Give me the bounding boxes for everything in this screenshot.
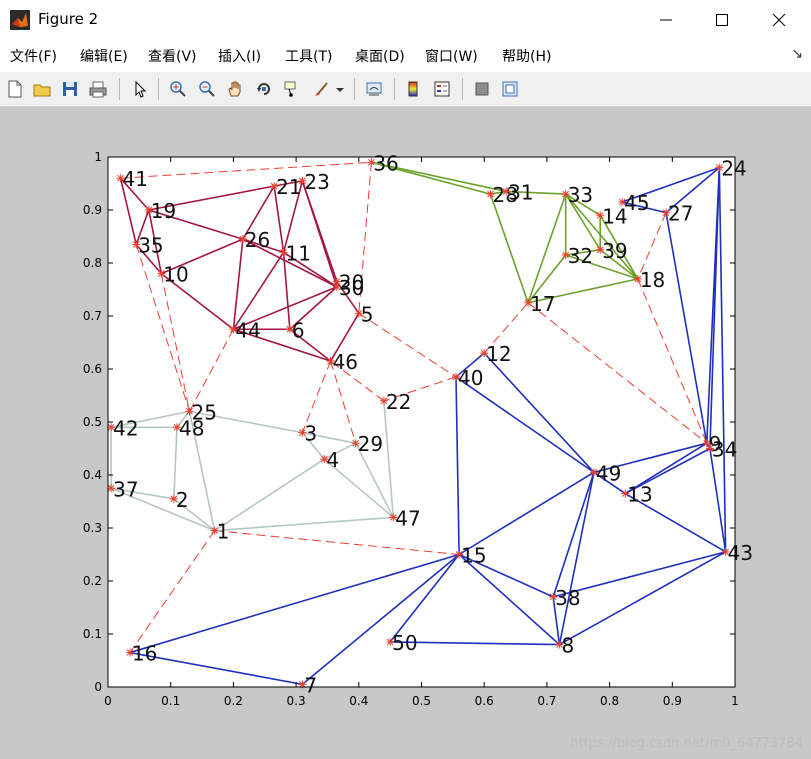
point-label: 19 [151, 199, 176, 223]
x-tick-label: 1 [731, 694, 739, 708]
point-label: 16 [132, 642, 157, 666]
point-label: 15 [461, 544, 486, 568]
plot-axes[interactable]: 1234567891011121314151617181920212223242… [0, 0, 811, 759]
x-tick-label: 0.5 [412, 694, 431, 708]
point-label: 32 [568, 244, 593, 268]
point-label: 17 [530, 292, 555, 316]
point-label: 34 [712, 438, 737, 462]
point-label: 37 [113, 477, 138, 501]
y-tick-label: 0.8 [83, 256, 102, 270]
point-label: 23 [304, 170, 329, 194]
point-label: 30 [339, 276, 364, 300]
point-label: 33 [568, 183, 593, 207]
point-label: 21 [276, 175, 301, 199]
y-tick-label: 0.4 [83, 468, 102, 482]
point-label: 1 [217, 520, 230, 544]
point-label: 12 [486, 342, 511, 366]
point-label: 45 [624, 191, 649, 215]
x-tick-label: 0.1 [161, 694, 180, 708]
point-label: 22 [386, 390, 411, 414]
y-tick-label: 0 [94, 680, 102, 694]
point-label: 29 [358, 432, 383, 456]
x-tick-label: 0.2 [224, 694, 243, 708]
watermark-text: https://blog.csdn.net/m0_64773784 [570, 736, 803, 751]
point-label: 7 [304, 673, 317, 697]
point-label: 26 [245, 228, 270, 252]
x-tick-label: 0.4 [349, 694, 368, 708]
x-tick-label: 0.8 [600, 694, 619, 708]
y-tick-label: 0.6 [83, 362, 102, 376]
point-label: 50 [392, 631, 417, 655]
point-label: 44 [235, 318, 260, 342]
y-tick-label: 0.2 [83, 574, 102, 588]
x-tick-label: 0.9 [663, 694, 682, 708]
point-label: 11 [286, 241, 311, 265]
point-label: 42 [113, 416, 138, 440]
point-label: 4 [326, 448, 339, 472]
point-label: 39 [602, 239, 627, 263]
point-label: 5 [361, 302, 374, 326]
point-label: 8 [561, 634, 574, 658]
x-tick-label: 0 [104, 694, 112, 708]
x-tick-label: 0.7 [537, 694, 556, 708]
point-label: 48 [179, 416, 204, 440]
point-label: 46 [333, 350, 358, 374]
point-label: 18 [640, 268, 665, 292]
point-label: 35 [138, 233, 163, 257]
point-label: 3 [304, 422, 317, 446]
point-label: 43 [728, 541, 753, 565]
y-tick-label: 0.5 [83, 415, 102, 429]
point-label: 27 [668, 202, 693, 226]
point-label: 41 [123, 167, 148, 191]
x-tick-label: 0.6 [475, 694, 494, 708]
point-label: 36 [373, 151, 398, 175]
point-label: 40 [458, 366, 483, 390]
x-tick-label: 0.3 [287, 694, 306, 708]
y-tick-label: 0.1 [83, 627, 102, 641]
point-label: 47 [395, 506, 420, 530]
point-label: 24 [721, 157, 746, 181]
y-tick-label: 0.3 [83, 521, 102, 535]
point-label: 6 [292, 318, 305, 342]
y-tick-label: 0.9 [83, 203, 102, 217]
y-tick-label: 1 [94, 150, 102, 164]
point-label: 10 [163, 263, 188, 287]
y-tick-label: 0.7 [83, 309, 102, 323]
point-label: 49 [596, 461, 621, 485]
point-label: 38 [555, 586, 580, 610]
point-label: 13 [627, 483, 652, 507]
point-label: 2 [176, 488, 189, 512]
point-label: 31 [508, 180, 533, 204]
